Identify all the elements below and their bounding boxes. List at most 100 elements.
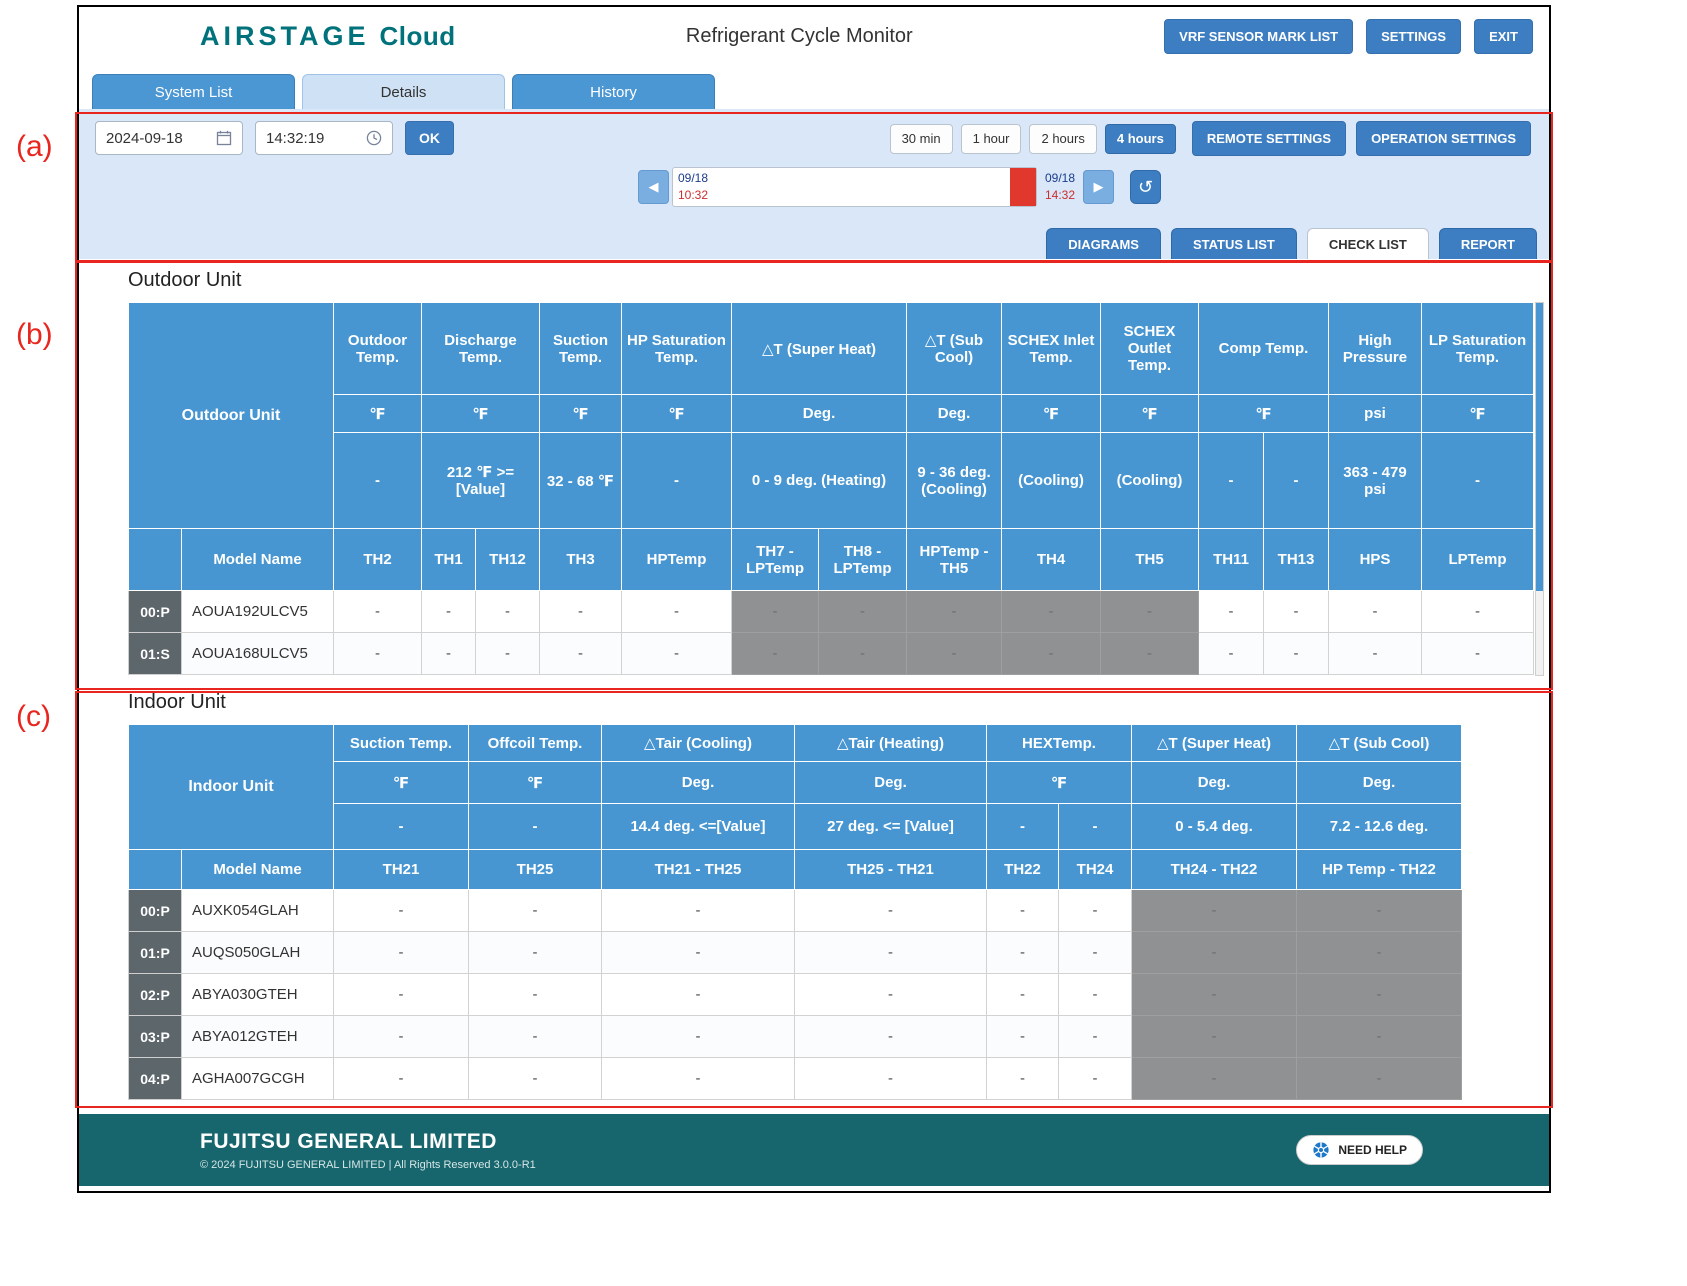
outdoor-table-scrollbar[interactable] [1535, 302, 1544, 676]
outdoor-range-cell: (Cooling) [1001, 432, 1101, 529]
view-tab-report[interactable]: REPORT [1438, 228, 1537, 259]
operation-settings-button[interactable]: OPERATION SETTINGS [1356, 121, 1531, 156]
date-input[interactable]: 2024-09-18 [95, 121, 243, 155]
timeline-slider[interactable]: 09/18 10:32 [672, 167, 1037, 207]
timeline-forward-button[interactable]: ▶ [1083, 170, 1115, 204]
outdoor-value-cell: - [621, 632, 732, 675]
outdoor-range-cell: (Cooling) [1100, 432, 1199, 529]
indoor-sensor-header-th25: TH25 [468, 849, 602, 890]
remote-settings-button[interactable]: REMOTE SETTINGS [1191, 121, 1347, 156]
indoor-value-cell: - [986, 1057, 1059, 1100]
outdoor-unit-section: Outdoor Unit Outdoor Unit Outdoor Temp. Di… [79, 259, 1549, 681]
page: AIRSTAGE Cloud Refrigerant Cycle Monitor… [0, 0, 1687, 1286]
indoor-unit-cell: Deg. [794, 761, 987, 804]
indoor-value-cell: - [986, 973, 1059, 1016]
outdoor-range-cell: 9 - 36 deg. (Cooling) [906, 432, 1002, 529]
outdoor-value-cell: - [1328, 590, 1422, 633]
outdoor-value-cell: - [333, 590, 422, 633]
outdoor-sensor-header-th8-lptemp: TH8 - LPTemp [818, 528, 907, 591]
logo-airstage-text: AIRSTAGE [200, 20, 370, 51]
indoor-value-cell: - [468, 973, 602, 1016]
outdoor-group-suction-temp: Suction Temp. [539, 302, 622, 395]
outdoor-table-row: 00:P AOUA192ULCV5- - - - - - - - - - - - - - [128, 590, 1534, 633]
outdoor-group-t-super-heat: △T (Super Heat) [731, 302, 907, 395]
indoor-group-offcoil-temp: Offcoil Temp. [468, 724, 602, 762]
timeline: ◀ 09/18 10:32 09/18 14:32 ▶ ↺ [638, 167, 1162, 207]
tab-details[interactable]: Details [302, 74, 505, 109]
outdoor-range-cell: 212 ℉ >= [Value] [421, 432, 540, 529]
ok-button[interactable]: OK [405, 121, 454, 155]
outdoor-range-cell: 363 - 479 psi [1328, 432, 1422, 529]
indoor-section-title: Indoor Unit [128, 691, 226, 713]
outdoor-value-cell: - [818, 632, 907, 675]
outdoor-sensor-header-th1: TH1 [421, 528, 476, 591]
indoor-value-cell: - [1131, 973, 1297, 1016]
indoor-value-cell: - [601, 1057, 795, 1100]
settings-button[interactable]: SETTINGS [1366, 18, 1462, 54]
timeline-back-button[interactable]: ◀ [638, 170, 669, 204]
indoor-value-cell: - [794, 973, 987, 1016]
outdoor-row-id: 01:S [128, 632, 182, 675]
range-button-1-hour[interactable]: 1 hour [960, 123, 1022, 154]
range-button-4-hours[interactable]: 4 hours [1104, 123, 1176, 154]
outdoor-value-cell: - [906, 590, 1002, 633]
indoor-value-cell: - [1058, 973, 1132, 1016]
indoor-table-row: 02:P ABYA030GTEH - - - - - - - - [128, 973, 1462, 1016]
time-value: 14:32:19 [266, 129, 325, 147]
timeline-end-date: 09/18 [1045, 171, 1076, 185]
outdoor-range-cell: - [1263, 432, 1329, 529]
outdoor-group-lp-saturation-temp: LP Saturation Temp. [1421, 302, 1534, 395]
tab-history[interactable]: History [512, 74, 715, 109]
footer: FUJITSU GENERAL LIMITED © 2024 FUJITSU G… [79, 1114, 1549, 1186]
indoor-value-cell: - [1131, 1057, 1297, 1100]
indoor-value-cell: - [1058, 889, 1132, 932]
outdoor-value-cell: - [1100, 632, 1199, 675]
indoor-range-cell: 7.2 - 12.6 deg. [1296, 803, 1462, 850]
vrf-sensor-mark-list-button[interactable]: VRF SENSOR MARK LIST [1164, 18, 1354, 54]
outdoor-unit-cell: ℉ [1421, 394, 1534, 433]
indoor-value-cell: - [1058, 931, 1132, 974]
timeline-handle[interactable] [1010, 168, 1036, 206]
indoor-blank-header-cell [128, 849, 182, 890]
outdoor-table-row: 01:S AOUA168ULCV5- - - - - - - - - - - - - - [128, 632, 1534, 675]
indoor-sensor-header-th25-th21: TH25 - TH21 [794, 849, 987, 890]
outdoor-section-title: Outdoor Unit [128, 269, 242, 291]
indoor-value-cell: - [468, 889, 602, 932]
outdoor-value-cell: - [539, 632, 622, 675]
indoor-value-cell: - [1131, 1015, 1297, 1058]
range-button-2-hours[interactable]: 2 hours [1029, 123, 1097, 154]
indoor-value-cell: - [333, 889, 469, 932]
indoor-group-t-sub-cool: △T (Sub Cool) [1296, 724, 1462, 762]
indoor-range-cell: 27 deg. <= [Value] [794, 803, 987, 850]
range-button-30-min[interactable]: 30 min [889, 123, 953, 154]
time-input[interactable]: 14:32:19 [255, 121, 393, 155]
tab-system-list[interactable]: System List [92, 74, 295, 109]
panel-right-controls: 30 min 1 hour 2 hours 4 hours REMOTE SETTIN… [889, 121, 1531, 156]
view-tab-check-list[interactable]: CHECK LIST [1306, 228, 1429, 259]
view-tab-status-list[interactable]: STATUS LIST [1170, 228, 1297, 259]
indoor-table-row: 00:P AUXK054GLAH - - - - - - - - [128, 889, 1462, 932]
indoor-model-name: AGHA007GCGH [181, 1057, 334, 1100]
outdoor-unit-cell: ℉ [1100, 394, 1199, 433]
indoor-sensor-header-th24: TH24 [1058, 849, 1132, 890]
indoor-value-cell: - [333, 931, 469, 974]
need-help-button[interactable]: NEED HELP [1296, 1135, 1423, 1165]
indoor-value-cell: - [986, 889, 1059, 932]
timeline-start-time: 10:32 [678, 188, 709, 202]
outdoor-model-name: AOUA168ULCV5 [181, 632, 334, 675]
outdoor-group-hp-saturation-temp: HP Saturation Temp. [621, 302, 732, 395]
outdoor-value-cell: - [475, 632, 540, 675]
footer-copyright: © 2024 FUJITSU GENERAL LIMITED | All Rig… [200, 1158, 536, 1171]
header-buttons: VRF SENSOR MARK LIST SETTINGS EXIT [1164, 18, 1533, 54]
indoor-value-cell: - [1131, 889, 1297, 932]
outdoor-value-cell: - [1100, 590, 1199, 633]
outdoor-value-cell: - [731, 632, 819, 675]
timeline-start-date: 09/18 [678, 171, 709, 185]
refresh-button[interactable]: ↺ [1130, 170, 1162, 204]
view-tab-diagrams[interactable]: DIAGRAMS [1046, 228, 1161, 259]
footer-company-logo: FUJITSU GENERAL LIMITED [200, 1129, 497, 1153]
indoor-value-cell: - [601, 889, 795, 932]
exit-button[interactable]: EXIT [1474, 18, 1533, 54]
outdoor-value-cell: - [421, 632, 476, 675]
outdoor-range-cell: - [1198, 432, 1264, 529]
